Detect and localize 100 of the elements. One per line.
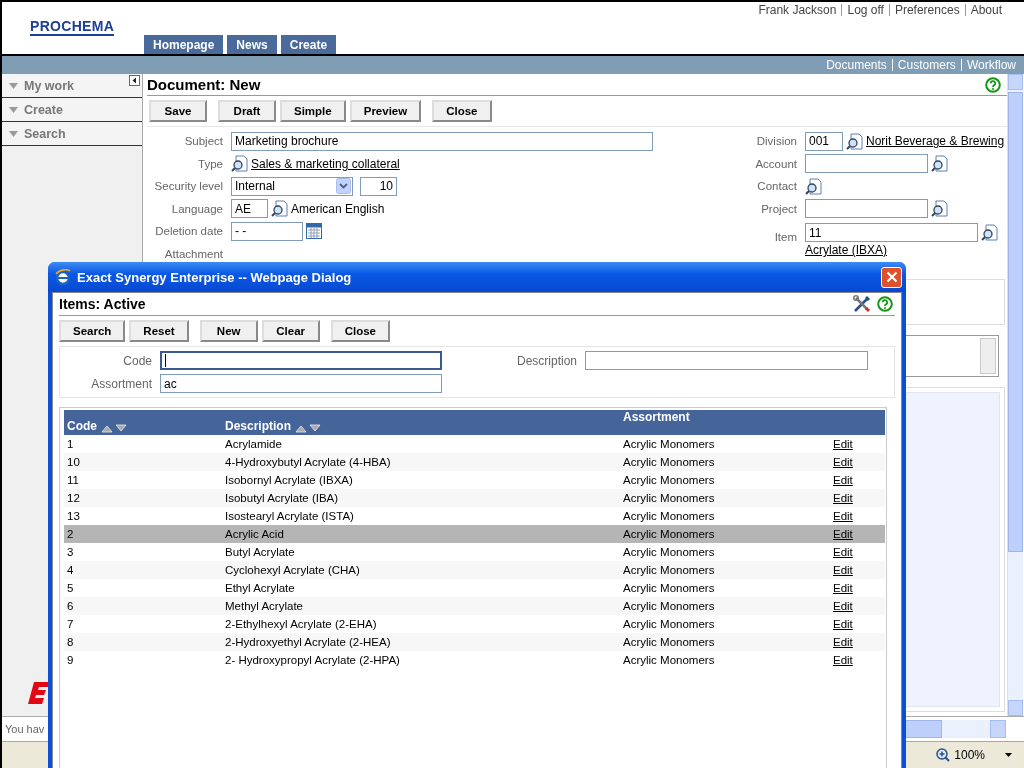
security-select[interactable]: Internal bbox=[231, 176, 353, 196]
table-cell: 9 bbox=[67, 654, 74, 666]
table-row[interactable]: 5 Ethyl Acrylate Acrylic Monomers Edit bbox=[64, 579, 885, 597]
table-row[interactable]: 11 Isobornyl Acrylate (IBXA) Acrylic Monomers Edit bbox=[64, 471, 885, 489]
lookup-icon[interactable] bbox=[931, 155, 948, 173]
lookup-icon[interactable] bbox=[931, 200, 948, 218]
edit-link[interactable]: Edit bbox=[833, 582, 853, 594]
dialog-heading: Items: Active bbox=[59, 296, 147, 312]
lookup-icon[interactable] bbox=[981, 224, 998, 241]
table-row[interactable]: 13 Isostearyl Acrylate (ISTA) Acrylic Monomers Edit bbox=[64, 507, 885, 525]
lookup-field[interactable] bbox=[805, 154, 928, 174]
lookup-field[interactable] bbox=[805, 199, 928, 219]
toolbar-button[interactable]: Clear bbox=[261, 320, 320, 342]
table-row[interactable]: 3 Butyl Acrylate Acrylic Monomers Edit bbox=[64, 543, 885, 561]
lookup-icon[interactable] bbox=[805, 177, 822, 195]
edit-link[interactable]: Edit bbox=[833, 546, 853, 558]
table-row[interactable]: 9 2- Hydroxypropyl Acrylate (2-HPA) Acrylic Monomers Edit bbox=[64, 651, 885, 669]
scrollbar[interactable] bbox=[1007, 74, 1023, 716]
toolbar-button[interactable]: Close bbox=[330, 320, 390, 342]
table-cell: Acrylic Monomers bbox=[623, 636, 715, 648]
user-link[interactable]: About bbox=[970, 3, 1002, 17]
lookup-icon[interactable] bbox=[231, 155, 248, 173]
table-cell: Methyl Acrylate bbox=[225, 600, 303, 612]
filter-field[interactable] bbox=[160, 351, 442, 370]
toolbar-button[interactable]: Preview bbox=[349, 100, 422, 122]
sidebar-item[interactable]: Create bbox=[2, 98, 142, 122]
type-link[interactable]: Sales & marketing collateral bbox=[251, 156, 400, 171]
browser-icon bbox=[55, 269, 71, 285]
table-cell: Acrylic Monomers bbox=[623, 582, 715, 594]
field-label: Subject bbox=[183, 135, 223, 148]
table-cell: Acrylic Acid bbox=[225, 528, 284, 540]
zoom-level[interactable]: 100% bbox=[954, 748, 985, 762]
user-link[interactable]: Preferences bbox=[894, 3, 960, 17]
dropdown-icon[interactable] bbox=[1005, 753, 1012, 757]
lookup-icon[interactable] bbox=[271, 200, 288, 218]
filter-field[interactable]: ac bbox=[160, 374, 442, 393]
division-link[interactable]: Norit Beverage & Brewing bbox=[866, 134, 1005, 149]
toolbar-button[interactable]: Search bbox=[59, 320, 126, 342]
calendar-icon[interactable] bbox=[306, 223, 322, 240]
table-cell: 4 bbox=[67, 564, 74, 576]
sort-icon[interactable] bbox=[295, 424, 321, 433]
division-code-field[interactable]: 001 bbox=[805, 131, 843, 151]
table-cell: Acrylic Monomers bbox=[623, 510, 715, 522]
edit-link[interactable]: Edit bbox=[833, 474, 853, 486]
table-row[interactable]: 6 Methyl Acrylate Acrylic Monomers Edit bbox=[64, 597, 885, 615]
table-cell: Acrylic Monomers bbox=[623, 438, 715, 450]
help-icon[interactable] bbox=[985, 76, 1001, 93]
table-row[interactable]: 10 4-Hydroxybutyl Acrylate (4-HBA) Acrylic Monomers Edit bbox=[64, 453, 885, 471]
tools-icon[interactable] bbox=[853, 295, 871, 313]
toolbar-button[interactable]: New bbox=[199, 320, 258, 342]
field-label: Contact bbox=[756, 180, 797, 193]
language-name: American English bbox=[291, 201, 385, 216]
filter-field[interactable] bbox=[585, 351, 868, 370]
caret-icon bbox=[9, 130, 18, 137]
lookup-icon[interactable] bbox=[846, 132, 863, 150]
help-icon[interactable] bbox=[877, 296, 893, 312]
zoom-icon[interactable] bbox=[936, 748, 951, 762]
close-button[interactable] bbox=[881, 266, 902, 288]
toolbar-button[interactable]: Draft bbox=[218, 100, 276, 122]
table-cell: Acrylic Monomers bbox=[623, 492, 715, 504]
table-row[interactable]: 2 Acrylic Acid Acrylic Monomers Edit bbox=[64, 525, 885, 543]
table-cell: 10 bbox=[67, 456, 80, 468]
edit-link[interactable]: Edit bbox=[833, 654, 853, 666]
sidebar-item[interactable]: My work bbox=[2, 74, 142, 98]
column-header[interactable]: Code bbox=[67, 410, 97, 433]
level-field[interactable]: 10 bbox=[360, 176, 397, 196]
toolbar-button[interactable]: Close bbox=[432, 100, 492, 122]
subject-field[interactable]: Marketing brochure bbox=[231, 131, 653, 151]
column-header[interactable]: Description bbox=[225, 410, 291, 433]
sort-icon[interactable] bbox=[101, 424, 127, 433]
edit-link[interactable]: Edit bbox=[833, 618, 853, 630]
table-cell: Acrylic Monomers bbox=[623, 546, 715, 558]
sidebar-item[interactable]: Search bbox=[2, 122, 142, 146]
edit-link[interactable]: Edit bbox=[833, 510, 853, 522]
item-link[interactable]: Acrylate (IBXA) bbox=[805, 243, 888, 257]
field-label: Attachment bbox=[163, 247, 223, 260]
nav-tab[interactable]: Homepage bbox=[144, 35, 224, 54]
toolbar-button[interactable]: Reset bbox=[129, 320, 189, 342]
table-cell: 13 bbox=[67, 510, 80, 522]
language-code-field[interactable]: AE bbox=[231, 199, 268, 219]
date-field[interactable]: - - bbox=[231, 221, 303, 241]
table-row[interactable]: 7 2-Ethylhexyl Acrylate (2-EHA) Acrylic Monomers Edit bbox=[64, 615, 885, 633]
user-link[interactable]: Log off bbox=[847, 3, 884, 17]
user-link[interactable]: Frank Jackson bbox=[758, 3, 837, 17]
close-icon[interactable] bbox=[885, 271, 898, 283]
table-row[interactable]: 4 Cyclohexyl Acrylate (CHA) Acrylic Monomers Edit bbox=[64, 561, 885, 579]
table-row[interactable]: 12 Isobutyl Acrylate (IBA) Acrylic Monomers Edit bbox=[64, 489, 885, 507]
toolbar-button[interactable]: Simple bbox=[280, 100, 346, 122]
nav-tab[interactable]: Create bbox=[280, 35, 337, 54]
table-cell: Isobornyl Acrylate (IBXA) bbox=[225, 474, 353, 486]
scrollbar[interactable] bbox=[980, 338, 996, 374]
table-row[interactable]: 8 2-Hydroxyethyl Acrylate (2-HEA) Acrylic Monomers Edit bbox=[64, 633, 885, 651]
lookup-field[interactable]: 11 bbox=[805, 223, 978, 242]
dropdown-icon[interactable] bbox=[336, 178, 351, 195]
nav-tab[interactable]: News bbox=[227, 35, 277, 54]
toolbar-button[interactable]: Save bbox=[149, 100, 207, 122]
edit-link[interactable]: Edit bbox=[833, 438, 853, 450]
collapse-icon[interactable] bbox=[129, 75, 140, 86]
table-cell: Isobutyl Acrylate (IBA) bbox=[225, 492, 339, 504]
table-row[interactable]: 1 Acrylamide Acrylic Monomers Edit bbox=[64, 435, 885, 453]
